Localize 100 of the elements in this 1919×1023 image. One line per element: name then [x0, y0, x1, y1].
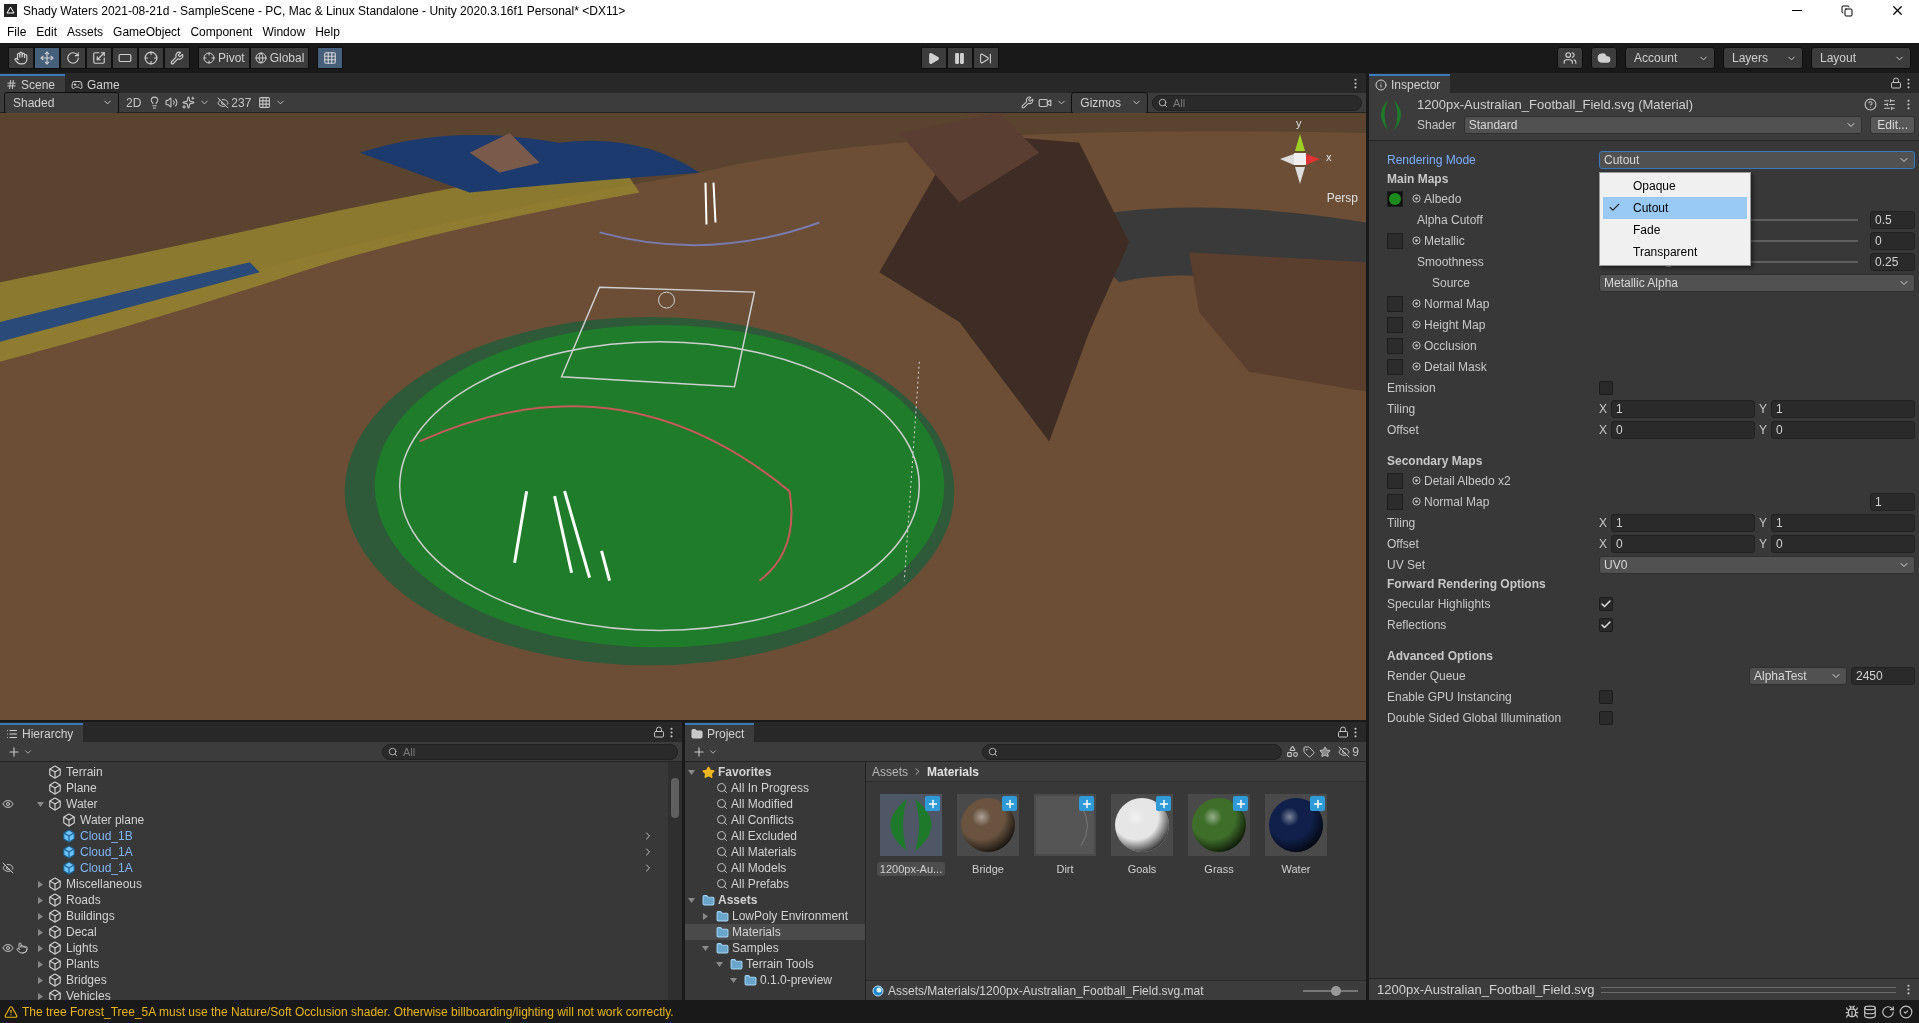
- number-field[interactable]: 0.5: [1870, 210, 1915, 229]
- account-dropdown[interactable]: Account: [1625, 47, 1715, 69]
- checkbox[interactable]: [1599, 617, 1613, 632]
- menu-item[interactable]: Fade: [1603, 218, 1747, 241]
- shading-dropdown[interactable]: Shaded: [4, 91, 119, 114]
- search-field[interactable]: All: [382, 743, 678, 760]
- pause-button[interactable]: [946, 47, 973, 69]
- rotate-tool-button[interactable]: [60, 47, 86, 69]
- bug-icon[interactable]: [1845, 1004, 1859, 1019]
- asset-thumbnail[interactable]: [1188, 794, 1250, 856]
- 2d-toggle[interactable]: 2D: [123, 93, 145, 112]
- favorite-icon[interactable]: [1319, 745, 1332, 758]
- object-picker-icon[interactable]: [1412, 320, 1421, 329]
- label-filter-icon[interactable]: [1303, 745, 1316, 758]
- projection-toggle[interactable]: Persp: [1326, 191, 1358, 205]
- scrollbar[interactable]: [668, 762, 682, 1000]
- tree-item[interactable]: All Models: [685, 860, 865, 876]
- rect-tool-button[interactable]: [112, 47, 138, 69]
- menu-item[interactable]: Window: [257, 23, 311, 41]
- menu-item[interactable]: Assets: [62, 23, 109, 41]
- number-field[interactable]: 1: [1870, 492, 1915, 511]
- object-picker-icon[interactable]: [1412, 476, 1421, 485]
- scale-tool-button[interactable]: [86, 47, 112, 69]
- tree-item[interactable]: Assets: [685, 892, 865, 908]
- tools-icon[interactable]: [1021, 96, 1035, 109]
- cloud-button[interactable]: [1591, 47, 1617, 69]
- eye-icon[interactable]: [2, 798, 14, 810]
- tree-item[interactable]: All In Progress: [685, 780, 865, 796]
- effects-icon[interactable]: [182, 96, 196, 109]
- hierarchy-tab[interactable]: Hierarchy: [0, 723, 84, 742]
- menu-item[interactable]: Opaque: [1603, 174, 1747, 197]
- menu-item[interactable]: Cutout: [1603, 196, 1747, 219]
- collab-button[interactable]: [1557, 47, 1583, 69]
- asset-thumbnail[interactable]: [1111, 794, 1173, 856]
- hierarchy-item[interactable]: Vehicles: [66, 989, 111, 1000]
- presets-icon[interactable]: [1883, 98, 1896, 111]
- object-picker-icon[interactable]: [1412, 236, 1421, 245]
- asset-name[interactable]: Dirt: [1053, 862, 1077, 876]
- number-field[interactable]: 0: [1611, 420, 1755, 439]
- shader-dropdown[interactable]: Standard: [1463, 116, 1863, 134]
- gizmos-dropdown[interactable]: Gizmos: [1071, 91, 1148, 114]
- number-field[interactable]: 1: [1611, 399, 1755, 418]
- check-circle-icon[interactable]: [1899, 1004, 1913, 1019]
- asset-name[interactable]: 1200px-Au...: [876, 862, 946, 876]
- hierarchy-item[interactable]: Lights: [66, 941, 99, 955]
- tree-item[interactable]: Favorites: [685, 764, 865, 780]
- global-button[interactable]: Global: [249, 47, 310, 69]
- checkbox[interactable]: [1599, 689, 1613, 704]
- search-field[interactable]: All: [1152, 94, 1362, 111]
- hierarchy-item[interactable]: Water: [66, 797, 98, 811]
- dropdown[interactable]: AlphaTest: [1749, 666, 1847, 685]
- audio-icon[interactable]: [165, 96, 179, 109]
- tree-item[interactable]: Terrain Tools: [685, 956, 865, 972]
- hierarchy-item[interactable]: Plants: [66, 957, 100, 971]
- expanded-arrow-icon[interactable]: [36, 799, 45, 809]
- checkbox[interactable]: [1599, 710, 1613, 725]
- menu-item[interactable]: Component: [185, 23, 258, 41]
- hand-tool-button[interactable]: [8, 47, 34, 69]
- dropdown[interactable]: Metallic Alpha: [1599, 273, 1915, 292]
- console-message[interactable]: The tree Forest_Tree_5A must use the Nature/Soft Occlusion shader. Otherwise billboarding/lighting will not work correctly.: [22, 1004, 1841, 1019]
- dropdown[interactable]: UV0: [1599, 555, 1915, 574]
- hierarchy-item[interactable]: Buildings: [66, 909, 115, 923]
- number-field[interactable]: 0: [1771, 420, 1915, 439]
- asset-thumbnail[interactable]: [957, 794, 1019, 856]
- object-picker-icon[interactable]: [1412, 194, 1421, 203]
- tree-item[interactable]: All Conflicts: [685, 812, 865, 828]
- layout-dropdown[interactable]: Layout: [1811, 47, 1911, 69]
- menu-item[interactable]: Transparent: [1603, 240, 1747, 263]
- tree-item[interactable]: All Excluded: [685, 828, 865, 844]
- object-picker-icon[interactable]: [1412, 497, 1421, 506]
- asset-thumbnail[interactable]: [880, 794, 942, 856]
- hierarchy-item[interactable]: Miscellaneous: [66, 877, 143, 891]
- crossed-eye-icon[interactable]: [2, 862, 14, 874]
- hierarchy-item[interactable]: Bridges: [66, 973, 107, 987]
- number-field[interactable]: 0.25: [1870, 252, 1915, 271]
- asset-name[interactable]: Water: [1278, 862, 1314, 876]
- menu-item[interactable]: Edit: [31, 23, 63, 41]
- number-field[interactable]: 1: [1611, 513, 1755, 532]
- hierarchy-item[interactable]: Terrain: [66, 765, 103, 779]
- pointer-icon[interactable]: [16, 942, 28, 954]
- collapsed-arrow-icon[interactable]: [701, 911, 710, 921]
- menu-item[interactable]: GameObject: [108, 23, 186, 41]
- tree-item[interactable]: All Prefabs: [685, 876, 865, 892]
- hierarchy-item[interactable]: Water plane: [80, 813, 145, 827]
- wrench-tool-button[interactable]: [164, 47, 190, 69]
- number-field[interactable]: 0: [1870, 231, 1915, 250]
- lock-icon[interactable]: [1337, 726, 1349, 738]
- number-field[interactable]: 0: [1771, 534, 1915, 553]
- asset-name[interactable]: Grass: [1201, 862, 1237, 876]
- asset-thumbnail[interactable]: [1034, 794, 1096, 856]
- expanded-arrow-icon[interactable]: [687, 767, 696, 777]
- object-picker-icon[interactable]: [1412, 299, 1421, 308]
- number-field[interactable]: 0: [1611, 534, 1755, 553]
- tree-item[interactable]: Materials: [685, 924, 865, 940]
- expanded-arrow-icon[interactable]: [687, 895, 696, 905]
- hierarchy-item[interactable]: Plane: [66, 781, 97, 795]
- tree-item[interactable]: All Materials: [685, 844, 865, 860]
- menu-item[interactable]: File: [2, 23, 32, 41]
- lock-icon[interactable]: [653, 726, 665, 738]
- tree-item[interactable]: All Modified: [685, 796, 865, 812]
